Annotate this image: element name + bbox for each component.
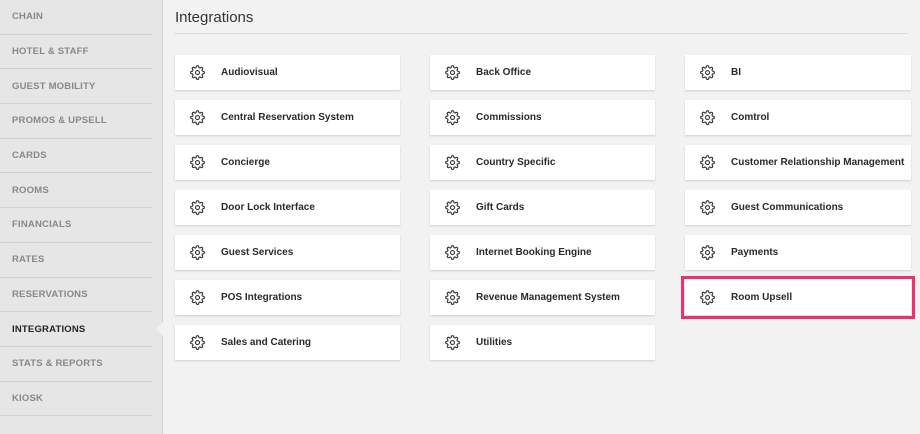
integration-card-label: Sales and Catering [221, 337, 312, 348]
sidebar-item-label: GUEST MOBILITY [12, 80, 96, 92]
integration-card-bi[interactable]: BI [685, 55, 911, 90]
gear-icon [445, 65, 460, 80]
integration-card-label: Concierge [221, 157, 270, 168]
integration-card-label: Internet Booking Engine [476, 247, 592, 258]
gear-icon [445, 200, 460, 215]
integration-card-concierge[interactable]: Concierge [175, 145, 400, 180]
integration-card-label: Guest Communications [731, 202, 844, 213]
integration-card-customer-relationship-management[interactable]: Customer Relationship Management [685, 145, 911, 180]
integration-card-country-specific[interactable]: Country Specific [430, 145, 655, 180]
integration-card-label: Central Reservation System [221, 112, 354, 123]
gear-icon [445, 335, 460, 350]
main-content: Integrations Audiovisual Back Office BI Cen… [163, 0, 920, 434]
sidebar-item-label: KIOSK [12, 392, 44, 404]
title-divider [174, 33, 908, 34]
gear-icon [190, 335, 205, 350]
sidebar-item-label: FINANCIALS [12, 219, 72, 231]
integration-card-sales-and-catering[interactable]: Sales and Catering [175, 325, 400, 360]
sidebar-item-label: RESERVATIONS [12, 288, 88, 300]
integration-card-guest-communications[interactable]: Guest Communications [685, 190, 911, 225]
sidebar-item-cards[interactable]: CARDS [0, 139, 152, 174]
sidebar-item-rooms[interactable]: ROOMS [0, 173, 152, 209]
integration-card-label: Guest Services [221, 247, 294, 258]
integration-card-label: BI [731, 67, 741, 78]
integration-card-label: Door Lock Interface [221, 202, 315, 213]
integration-card-label: Revenue Management System [476, 292, 620, 303]
sidebar-item-label: CARDS [12, 150, 47, 162]
gear-icon [190, 245, 205, 260]
integration-card-pos-integrations[interactable]: POS Integrations [175, 280, 400, 315]
app-root: CHAIN HOTEL & STAFF GUEST MOBILITY PROMOS &… [0, 0, 920, 434]
sidebar-item-label: STATS & REPORTS [12, 358, 103, 370]
gear-icon [445, 245, 460, 260]
integration-card-label: Comtrol [731, 112, 770, 123]
gear-icon [190, 200, 205, 215]
sidebar-item-hotel-and-staff[interactable]: HOTEL & STAFF [0, 35, 152, 70]
gear-icon [190, 155, 205, 170]
sidebar-item-label: INTEGRATIONS [12, 323, 86, 335]
gear-icon [700, 65, 715, 80]
integration-card-commissions[interactable]: Commissions [430, 100, 655, 135]
sidebar-item-chain[interactable]: CHAIN [0, 0, 152, 35]
integration-card-audiovisual[interactable]: Audiovisual [175, 55, 400, 90]
integration-card-room-upsell[interactable]: Room Upsell [681, 276, 915, 319]
integration-card-utilities[interactable]: Utilities [430, 325, 655, 360]
sidebar: CHAIN HOTEL & STAFF GUEST MOBILITY PROMOS &… [0, 0, 163, 434]
integration-card-label: Customer Relationship Management [731, 157, 905, 168]
integration-card-label: POS Integrations [221, 292, 303, 303]
sidebar-item-label: CHAIN [12, 11, 44, 23]
integration-card-payments[interactable]: Payments [685, 235, 911, 270]
active-indicator [156, 322, 163, 337]
gear-icon [190, 110, 205, 125]
sidebar-item-promos-and-upsell[interactable]: PROMOS & UPSELL [0, 104, 152, 139]
gear-icon [700, 245, 715, 260]
integration-card-comtrol[interactable]: Comtrol [685, 100, 911, 135]
integration-card-label: Payments [731, 247, 779, 258]
gear-icon [445, 290, 460, 305]
gear-icon [445, 110, 460, 125]
sidebar-item-rates[interactable]: RATES [0, 243, 152, 278]
page-title: Integrations [175, 9, 254, 26]
sidebar-item-label: RATES [12, 254, 45, 266]
sidebar-item-kiosk[interactable]: KIOSK [0, 382, 152, 417]
sidebar-item-guest-mobility[interactable]: GUEST MOBILITY [0, 69, 152, 105]
integration-card-internet-booking-engine[interactable]: Internet Booking Engine [430, 235, 655, 270]
gear-icon [700, 200, 715, 215]
gear-icon [700, 155, 715, 170]
gear-icon [700, 110, 715, 125]
sidebar-item-integrations[interactable]: INTEGRATIONS [0, 312, 163, 347]
integration-card-central-reservation-system[interactable]: Central Reservation System [175, 100, 400, 135]
integration-card-gift-cards[interactable]: Gift Cards [430, 190, 655, 225]
integration-card-label: Back Office [476, 67, 532, 78]
sidebar-item-label: HOTEL & STAFF [12, 46, 89, 58]
integration-card-label: Utilities [476, 337, 513, 348]
gear-icon [190, 290, 205, 305]
gear-icon [445, 155, 460, 170]
integration-card-door-lock-interface[interactable]: Door Lock Interface [175, 190, 400, 225]
integration-card-label: Room Upsell [731, 292, 793, 303]
sidebar-item-label: ROOMS [12, 184, 49, 196]
sidebar-item-stats-and-reports[interactable]: STATS & REPORTS [0, 347, 152, 382]
integration-card-back-office[interactable]: Back Office [430, 55, 655, 90]
integration-card-label: Commissions [476, 112, 542, 123]
sidebar-item-financials[interactable]: FINANCIALS [0, 208, 152, 243]
sidebar-item-label: PROMOS & UPSELL [12, 115, 107, 127]
integration-card-revenue-management-system[interactable]: Revenue Management System [430, 280, 655, 315]
integration-card-label: Country Specific [476, 157, 556, 168]
integrations-grid: Audiovisual Back Office BI Central Reservat… [175, 55, 915, 360]
integration-card-label: Audiovisual [221, 67, 278, 78]
integration-card-label: Gift Cards [476, 202, 525, 213]
integration-card-guest-services[interactable]: Guest Services [175, 235, 400, 270]
sidebar-item-reservations[interactable]: RESERVATIONS [0, 278, 152, 313]
gear-icon [190, 65, 205, 80]
gear-icon [700, 290, 715, 305]
